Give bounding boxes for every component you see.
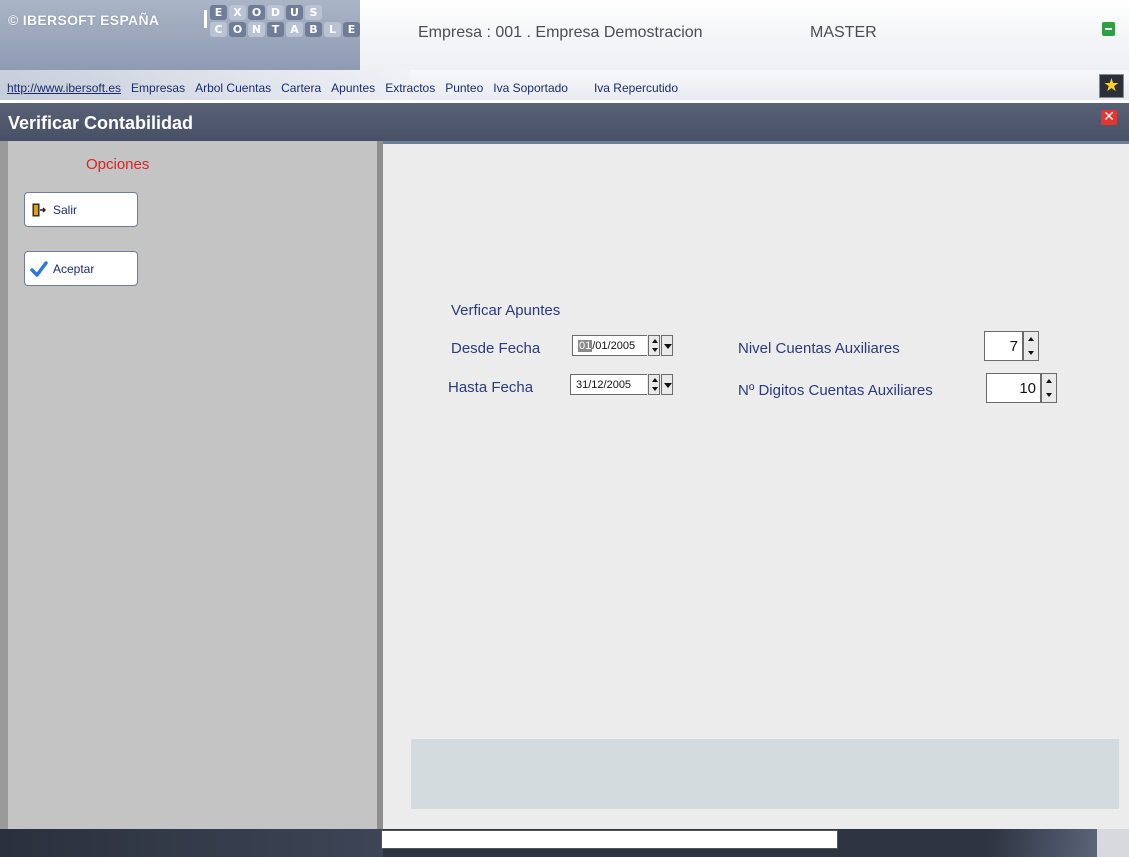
checkmark-icon — [25, 260, 53, 277]
logo-letter-tile: O — [229, 22, 246, 37]
menu-item-iva-soportado[interactable]: Iva Soportado — [493, 81, 568, 95]
exit-door-icon — [25, 203, 53, 217]
digitos-cuentas-label: Nº Digitos Cuentas Auxiliares — [738, 382, 933, 399]
status-panel — [411, 739, 1119, 809]
close-icon[interactable]: ✕ — [1101, 110, 1117, 125]
menu-item-arbol-cuentas[interactable]: Arbol Cuentas — [195, 81, 271, 95]
product-logo-top: EXODUS — [210, 5, 322, 20]
window-titlebar: Verificar Contabilidad — [0, 103, 1129, 141]
desde-fecha-controls — [648, 335, 673, 356]
product-logo-bottom: CONTABLE — [210, 22, 360, 37]
star-icon: ★ — [1103, 75, 1120, 96]
desde-fecha-day: 01 — [578, 339, 593, 352]
desde-fecha-spinner[interactable] — [648, 335, 660, 356]
logo-letter-tile: C — [210, 22, 227, 37]
menu-item-apuntes[interactable]: Apuntes — [331, 81, 375, 95]
spin-down-icon — [652, 348, 658, 352]
logo-letter-tile: T — [267, 22, 284, 37]
logo-letter-tile: O — [248, 5, 265, 20]
accept-button[interactable]: Aceptar — [24, 251, 138, 286]
spin-down-icon — [1046, 393, 1052, 397]
minimize-icon[interactable] — [1102, 22, 1115, 36]
section-title: Verficar Apuntes — [451, 302, 561, 319]
hasta-fecha-spinner[interactable] — [648, 374, 660, 395]
footer-right — [990, 829, 1129, 857]
footer-left — [0, 829, 383, 857]
nivel-cuentas-label: Nivel Cuentas Auxiliares — [738, 340, 900, 357]
logo-letter-tile: E — [343, 22, 360, 37]
brand-logo: © IBERSOFT ESPAÑA EXODUS CONTABLE — [0, 0, 360, 70]
spin-up-icon — [1046, 379, 1052, 383]
options-sidebar: Opciones Salir Aceptar — [0, 141, 383, 829]
menu-link-website[interactable]: http://www.ibersoft.es — [7, 81, 121, 95]
digitos-cuentas-spinner[interactable] — [1041, 373, 1057, 403]
spin-up-icon — [652, 378, 658, 382]
spin-down-icon — [652, 387, 658, 391]
logo-letter-tile: E — [210, 5, 227, 20]
status-input[interactable] — [381, 830, 838, 849]
desde-fecha-dropdown[interactable] — [661, 335, 673, 356]
nivel-cuentas-spinner[interactable] — [1023, 331, 1039, 361]
company-label: Empresa : 001 . Empresa Demostracion — [418, 24, 703, 41]
hasta-fecha-field[interactable]: 31/12/2005 — [570, 374, 647, 395]
hasta-fecha-label: Hasta Fecha — [448, 379, 534, 396]
menu-item-extractos[interactable]: Extractos — [385, 81, 435, 95]
hasta-fecha-controls — [648, 374, 673, 395]
nivel-cuentas-field[interactable]: 7 — [984, 331, 1023, 361]
logo-letter-tile: U — [286, 5, 303, 20]
window-title: Verificar Contabilidad — [8, 113, 194, 133]
hasta-fecha-value: 31/12/2005 — [576, 378, 632, 391]
menu-item-empresas[interactable]: Empresas — [131, 81, 185, 95]
dropdown-arrow-icon — [664, 383, 672, 388]
menu-items: http://www.ibersoft.es Empresas Arbol Cu… — [7, 81, 688, 95]
logo-letter-tile: L — [324, 22, 341, 37]
options-heading: Opciones — [86, 156, 150, 173]
digitos-cuentas-field[interactable]: 10 — [986, 373, 1041, 403]
desde-fecha-field[interactable]: 01/01/2005 — [572, 335, 647, 356]
main-panel: Verficar Apuntes Desde Fecha 01/01/2005 … — [383, 141, 1129, 829]
desde-fecha-label: Desde Fecha — [451, 340, 541, 357]
logo-letter-tile: N — [248, 22, 265, 37]
logo-letter-tile: A — [286, 22, 303, 37]
logo-letter-tile: S — [305, 5, 322, 20]
exit-button[interactable]: Salir — [24, 192, 138, 227]
accept-button-label: Aceptar — [53, 261, 95, 276]
logo-letter-tile: X — [229, 5, 246, 20]
digitos-cuentas-value: 10 — [1019, 379, 1036, 397]
menu-bar: http://www.ibersoft.es Empresas Arbol Cu… — [0, 70, 1129, 100]
spin-down-icon — [1028, 351, 1034, 355]
nivel-cuentas-value: 7 — [1009, 337, 1018, 355]
desde-fecha-rest: /01/2005 — [592, 339, 636, 352]
spin-up-icon — [652, 339, 658, 343]
user-label: MASTER — [810, 24, 877, 41]
app-header: © IBERSOFT ESPAÑA EXODUS CONTABLE Empres… — [0, 0, 1129, 70]
brand-name: © IBERSOFT ESPAÑA — [8, 12, 160, 28]
menu-item-punteo[interactable]: Punteo — [445, 81, 483, 95]
dropdown-arrow-icon — [664, 344, 672, 349]
brand-separator — [204, 10, 207, 28]
menu-item-iva-repercutido[interactable]: Iva Repercutido — [594, 81, 678, 95]
spin-up-icon — [1028, 337, 1034, 341]
menu-item-cartera[interactable]: Cartera — [281, 81, 321, 95]
logo-letter-tile: B — [305, 22, 322, 37]
favorites-button[interactable]: ★ — [1099, 74, 1124, 98]
logo-letter-tile: D — [267, 5, 284, 20]
hasta-fecha-dropdown[interactable] — [661, 374, 673, 395]
exit-button-label: Salir — [53, 202, 78, 217]
